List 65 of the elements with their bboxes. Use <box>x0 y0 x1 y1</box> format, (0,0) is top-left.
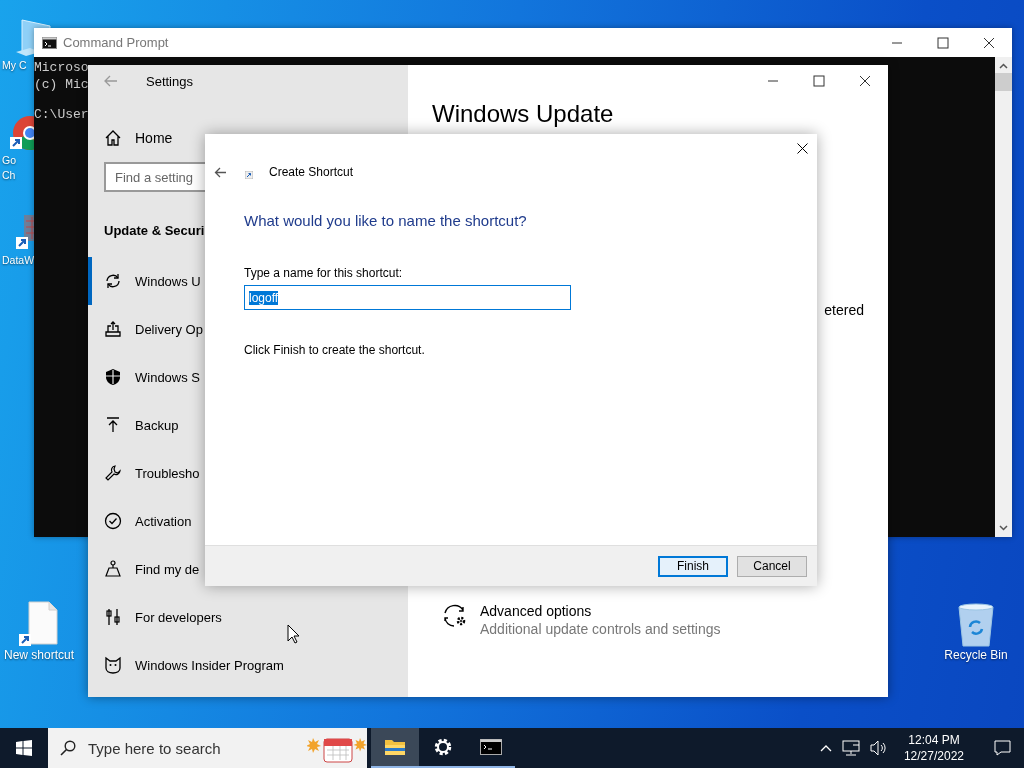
mouse-pointer-icon <box>287 624 300 644</box>
upload-arrow-icon <box>104 416 122 434</box>
window-title: Settings <box>146 73 193 89</box>
close-button[interactable] <box>797 143 808 154</box>
sync-icon <box>104 272 122 290</box>
scroll-down-icon[interactable] <box>999 525 1008 531</box>
sync-gear-icon <box>442 603 468 629</box>
scrollbar-thumb[interactable] <box>995 73 1012 91</box>
cancel-button[interactable]: Cancel <box>737 555 807 577</box>
dialog-title: Create Shortcut <box>269 165 354 179</box>
maximize-button[interactable] <box>813 75 825 87</box>
dialog-heading: What would you like to name the shortcut? <box>244 212 528 229</box>
folder-icon <box>384 738 406 756</box>
nav-item[interactable]: Troublesho <box>88 449 200 497</box>
terminal-icon <box>480 739 502 755</box>
check-circle-icon <box>104 512 122 530</box>
wrench-icon <box>104 464 122 482</box>
taskbar-app[interactable] <box>371 728 419 768</box>
file-icon <box>17 600 61 648</box>
home-icon <box>104 129 122 147</box>
field-label: Type a name for this shortcut: <box>244 266 404 280</box>
nav-item[interactable]: Windows U <box>88 257 201 305</box>
close-button[interactable] <box>859 75 871 87</box>
section-heading: Update & Securi <box>104 221 205 240</box>
terminal-icon <box>42 36 57 49</box>
nav-item[interactable]: Find my de <box>88 545 200 593</box>
nav-item[interactable]: Home <box>104 114 173 162</box>
search-icon <box>60 740 76 756</box>
clock[interactable]: 12:04 PM 12/27/2022 <box>903 732 964 764</box>
network-icon[interactable] <box>841 740 860 756</box>
search-field[interactable]: Type here to search <box>48 728 367 768</box>
person-icon <box>104 560 122 578</box>
notification-icon[interactable] <box>993 740 1011 756</box>
status-text: etered <box>824 302 864 318</box>
chevron-up-icon[interactable] <box>819 744 832 752</box>
settings-link[interactable]: Advanced options Additional update controls and settings <box>442 603 721 637</box>
nav-item[interactable]: Backup <box>88 401 179 449</box>
back-arrow-icon[interactable] <box>214 166 227 178</box>
window-title: Command Prompt <box>63 35 170 50</box>
nav-item[interactable]: Windows S <box>88 353 201 401</box>
search-field[interactable]: Find a setting <box>104 162 205 192</box>
finish-button[interactable]: Finish <box>658 555 728 577</box>
nav-item[interactable]: Windows Insider Program <box>88 641 284 689</box>
maximize-button[interactable] <box>937 36 949 49</box>
instruction-text: Click Finish to create the shortcut. <box>244 343 426 357</box>
console-line: Microso <box>34 59 89 76</box>
page-heading: Windows Update <box>432 99 614 129</box>
recycle-bin-icon <box>956 602 996 648</box>
windows-logo-icon <box>16 740 32 756</box>
upload-tray-icon <box>104 320 122 338</box>
console-line: C:\User <box>34 106 89 123</box>
scroll-up-icon[interactable] <box>999 63 1008 69</box>
close-button[interactable] <box>983 36 995 49</box>
nav-item[interactable]: For developers <box>88 593 222 641</box>
cat-icon <box>104 656 122 674</box>
shortcut-icon <box>245 171 253 179</box>
nav-item[interactable]: Delivery Op <box>88 305 203 353</box>
speaker-icon[interactable] <box>869 740 888 756</box>
console-line: (c) Mic <box>34 76 89 93</box>
sliders-icon <box>104 608 122 626</box>
settings-icon <box>433 737 453 757</box>
input-field[interactable]: logoff <box>244 285 571 310</box>
shield-icon <box>104 368 122 386</box>
nav-item[interactable]: Activation <box>88 497 192 545</box>
icon-label[interactable]: Recycle Bin <box>944 648 1008 663</box>
